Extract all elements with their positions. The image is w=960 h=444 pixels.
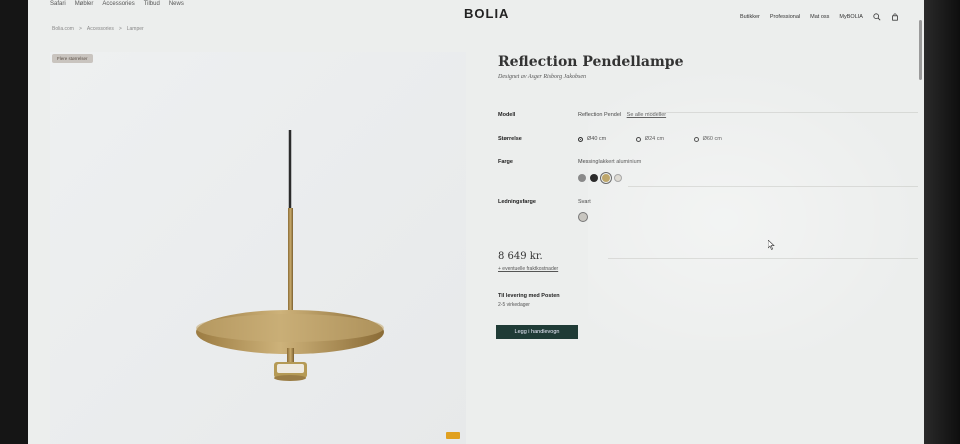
- product-price: 8 649 kr.: [498, 251, 543, 262]
- bag-icon[interactable]: [891, 13, 899, 21]
- nav-news[interactable]: News: [169, 1, 184, 7]
- cord-value: Svart: [578, 199, 591, 205]
- size-option-60[interactable]: Ø60 cm: [693, 136, 722, 142]
- cord-swatches: [578, 212, 588, 224]
- top-bar: Safari Møbler Accessories Tilbud News BO…: [28, 0, 924, 24]
- breadcrumb-accessories[interactable]: Accessories: [87, 26, 114, 32]
- nav-safari[interactable]: Safari: [50, 1, 66, 7]
- delivery-days: 2-5 virkedager: [498, 302, 530, 308]
- site-logo[interactable]: BOLIA: [464, 6, 509, 21]
- scrollbar[interactable]: [919, 20, 922, 80]
- nav-mybolia[interactable]: MyBOLIA: [839, 14, 863, 20]
- radio-unselected: [635, 136, 641, 142]
- radio-selected: [578, 136, 583, 142]
- size-options: Ø40 cm Ø24 cm Ø60 cm: [578, 136, 750, 144]
- screen: Safari Møbler Accessories Tilbud News BO…: [28, 0, 924, 444]
- radio-unselected: [693, 136, 699, 142]
- reflection-shelf: [648, 112, 918, 113]
- mouse-cursor-icon: [768, 240, 775, 250]
- size-option-24[interactable]: Ø24 cm: [635, 136, 665, 142]
- nav-tilbud[interactable]: Tilbud: [144, 1, 160, 7]
- top-nav: Safari Møbler Accessories Tilbud News: [50, 1, 184, 7]
- color-value: Messinglakkert aluminium: [578, 159, 642, 165]
- size-label: Størrelse: [498, 136, 522, 142]
- size-option-40[interactable]: Ø40 cm: [578, 136, 606, 142]
- nav-mat-oss[interactable]: Mat oss: [810, 14, 829, 20]
- screen-glare: [588, 60, 924, 350]
- product-title: Reflection Pendellampe: [498, 54, 684, 70]
- breadcrumb-sep: >: [78, 26, 82, 32]
- size-option-label: Ø40 cm: [587, 136, 607, 142]
- swatch-black[interactable]: [590, 174, 598, 182]
- size-option-label: Ø60 cm: [702, 136, 722, 142]
- nav-accessories[interactable]: Accessories: [102, 1, 134, 7]
- swatch-grey[interactable]: [578, 174, 586, 182]
- breadcrumb-sep: >: [118, 26, 122, 32]
- swatch-brass-selected[interactable]: [602, 174, 610, 182]
- product-image[interactable]: Flere størrelser: [50, 52, 466, 444]
- search-icon[interactable]: [873, 13, 881, 21]
- size-option-label: Ø24 cm: [644, 136, 665, 142]
- breadcrumb: Bolia.com > Accessories > Lamper: [52, 26, 144, 32]
- delivery-title: Til levering med Posten: [498, 293, 560, 299]
- freight-link[interactable]: + eventuelle fraktkostnader: [498, 266, 558, 272]
- cord-label: Ledningsfarge: [498, 199, 536, 205]
- model-value: Reflection Pendel: [578, 112, 622, 118]
- breadcrumb-lamper[interactable]: Lamper: [127, 26, 144, 32]
- swatch-cord-selected[interactable]: [578, 212, 588, 222]
- add-to-cart-button[interactable]: Legg i handlevogn: [496, 325, 578, 339]
- nav-professional[interactable]: Professional: [770, 14, 800, 20]
- monitor-bezel: [924, 0, 960, 444]
- model-label: Modell: [498, 112, 516, 118]
- color-label: Farge: [498, 159, 513, 165]
- product-designer: Designet av Asger Risborg Jakobsen: [498, 74, 586, 80]
- product-info: Reflection Pendellampe Designet av Asger…: [496, 50, 898, 339]
- reflection-shelf: [628, 186, 918, 187]
- right-nav: Butikker Professional Mat oss MyBOLIA: [740, 13, 899, 21]
- swatch-light[interactable]: [614, 174, 622, 182]
- breadcrumb-home[interactable]: Bolia.com: [52, 26, 74, 32]
- reflection-shelf: [608, 258, 918, 259]
- color-swatches: [578, 174, 622, 182]
- nav-butikker[interactable]: Butikker: [740, 14, 760, 20]
- pendant-lamp-illustration: [196, 130, 384, 381]
- nav-mobler[interactable]: Møbler: [75, 1, 94, 7]
- chat-badge-icon[interactable]: [446, 432, 460, 439]
